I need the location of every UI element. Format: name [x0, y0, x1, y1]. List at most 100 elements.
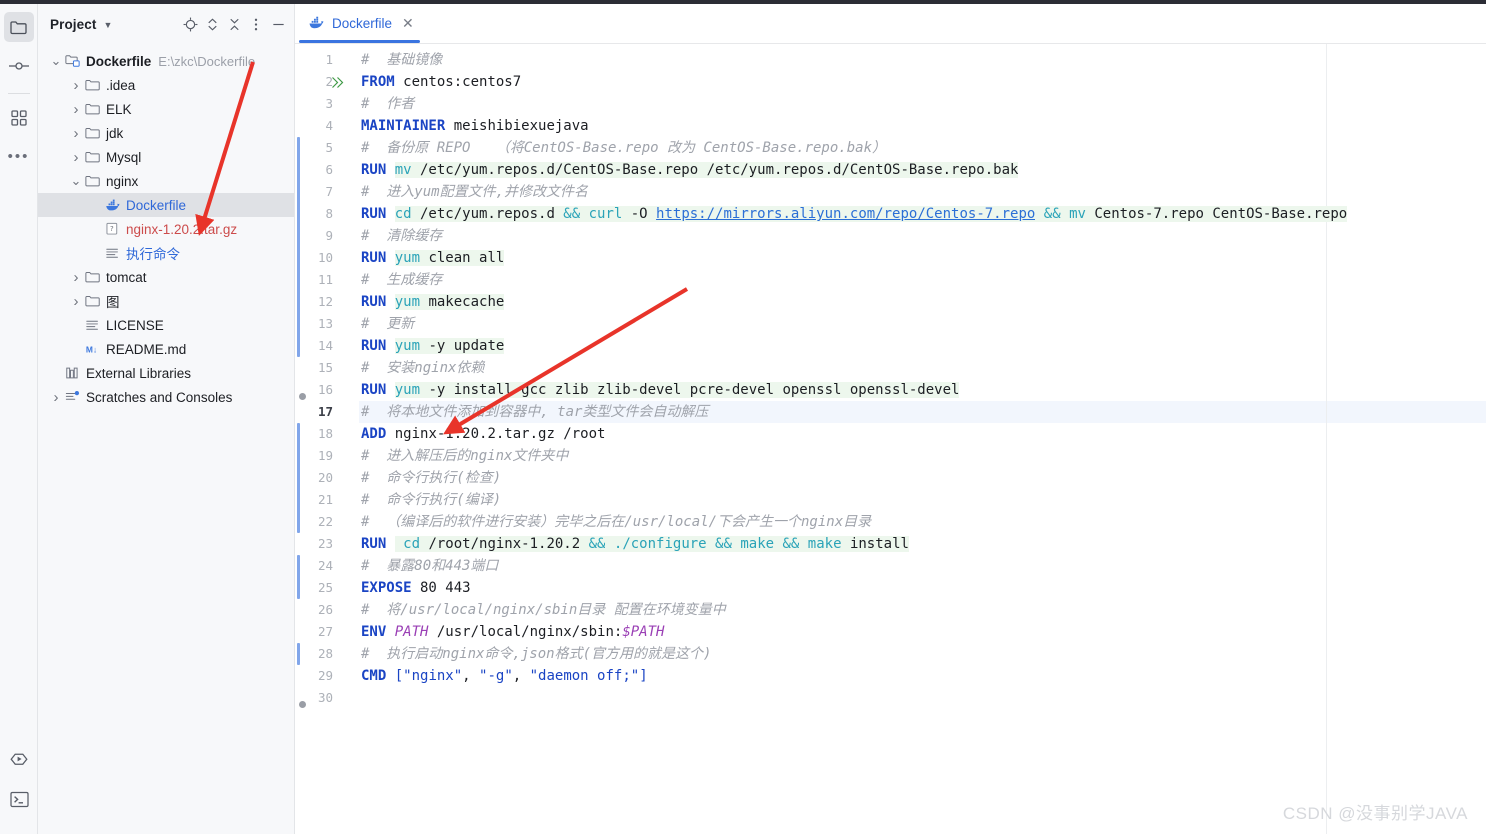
- chevron-right-icon[interactable]: ›: [68, 77, 84, 94]
- tab-dockerfile[interactable]: Dockerfile ✕: [295, 4, 424, 43]
- editor-gutter[interactable]: 1 2 3 4 5 6 7 8 9 10 11 12 13 14 15 16 17 18 19 20 21 22 23 24 2…: [295, 44, 359, 834]
- code-token: "-g": [479, 668, 513, 684]
- code-token: MAINTAINER: [361, 118, 446, 134]
- code-line[interactable]: # 进入解压后的nginx文件夹中: [361, 445, 568, 467]
- code-token: -y install gcc zlib zlib-devel pcre-deve…: [420, 382, 960, 398]
- tree-item-external-libraries[interactable]: External Libraries: [38, 361, 294, 385]
- code-line[interactable]: CMD ["nginx", "-g", "daemon off;"]: [361, 665, 648, 687]
- structure-tool-icon[interactable]: [4, 103, 34, 133]
- code-token: centos:centos7: [394, 74, 522, 90]
- gutter-change-marker[interactable]: [297, 643, 300, 665]
- gutter-change-marker[interactable]: [297, 137, 300, 357]
- tree-item-license[interactable]: LICENSE: [38, 313, 294, 337]
- code-pane[interactable]: # 基础镜像 FROM centos:centos7 # 作者 MAINTAINER …: [359, 44, 1486, 834]
- hide-panel-icon[interactable]: [268, 14, 288, 34]
- code-line[interactable]: # 生成缓存: [361, 269, 442, 291]
- tree-item-nginx-targz[interactable]: ? nginx-1.20.2.tar.gz: [38, 217, 294, 241]
- tree-item-elk[interactable]: › ELK: [38, 97, 294, 121]
- chevron-right-icon[interactable]: ›: [68, 293, 84, 310]
- code-line[interactable]: # 命令行执行(编译): [361, 489, 501, 511]
- code-token: [774, 536, 783, 552]
- code-line[interactable]: # 基础镜像: [361, 49, 442, 71]
- code-token: # 安装nginx依赖: [361, 360, 485, 376]
- code-line[interactable]: RUN cd /root/nginx-1.20.2 && ./configure…: [361, 533, 909, 555]
- code-line[interactable]: # 备份原 REPO （将CentOS-Base.repo 改为 CentOS-…: [361, 137, 886, 159]
- code-line[interactable]: RUN yum clean all: [361, 247, 505, 269]
- expand-collapse-icon[interactable]: [202, 14, 222, 34]
- code-line[interactable]: # （编译后的软件进行安装）完毕之后在/usr/local/下会产生一个ngin…: [361, 511, 871, 533]
- line-number: 26: [317, 602, 333, 617]
- tree-item-dockerfile-root[interactable]: ⌄ Dockerfile E:\zkc\Dockerfile: [38, 49, 294, 73]
- code-token: "daemon off;": [529, 668, 640, 684]
- chevron-right-icon[interactable]: ›: [68, 149, 84, 166]
- code-token: clean all: [420, 250, 505, 266]
- code-line[interactable]: # 将/usr/local/nginx/sbin目录 配置在环境变量中: [361, 599, 726, 621]
- code-line[interactable]: # 进入yum配置文件,并修改文件名: [361, 181, 588, 203]
- code-line[interactable]: FROM centos:centos7: [361, 71, 521, 93]
- code-token: RUN: [361, 382, 395, 398]
- run-gutter-icon[interactable]: [331, 71, 345, 93]
- gutter-change-marker[interactable]: [297, 555, 300, 599]
- svg-text:?: ?: [110, 224, 114, 233]
- chevron-right-icon[interactable]: ›: [48, 389, 64, 406]
- code-line[interactable]: # 将本地文件添加到容器中, tar类型文件会自动解压: [361, 401, 708, 423]
- code-line[interactable]: RUN cd /etc/yum.repos.d && curl -O https…: [361, 203, 1348, 225]
- code-line[interactable]: EXPOSE 80 443: [361, 577, 471, 599]
- close-icon[interactable]: ✕: [402, 15, 414, 32]
- line-number: 21: [317, 492, 333, 507]
- chevron-down-icon[interactable]: ⌄: [68, 174, 84, 187]
- tree-item-idea[interactable]: › .idea: [38, 73, 294, 97]
- code-line[interactable]: ADD nginx-1.20.2.tar.gz /root: [361, 423, 605, 445]
- code-token: [706, 536, 716, 552]
- more-tool-icon[interactable]: •••: [4, 142, 34, 172]
- code-line[interactable]: # 命令行执行(检查): [361, 467, 501, 489]
- activity-bar-divider: [7, 93, 30, 94]
- chevron-right-icon[interactable]: ›: [68, 269, 84, 286]
- code-token: [: [394, 668, 404, 684]
- tree-item-label: .idea: [106, 77, 136, 93]
- svg-text:M↓: M↓: [86, 344, 97, 354]
- chevron-right-icon[interactable]: ›: [68, 125, 84, 142]
- tree-item-tu[interactable]: › 图: [38, 289, 294, 313]
- line-number: 9: [325, 228, 333, 243]
- code-line[interactable]: MAINTAINER meishibiexuejava: [361, 115, 589, 137]
- code-line[interactable]: RUN yum -y update: [361, 335, 505, 357]
- commit-tool-icon[interactable]: [4, 51, 34, 81]
- tree-item-jdk[interactable]: › jdk: [38, 121, 294, 145]
- project-tree[interactable]: ⌄ Dockerfile E:\zkc\Dockerfile › .idea › ELK › j…: [38, 44, 294, 834]
- options-menu-icon[interactable]: [246, 14, 266, 34]
- project-tool-icon[interactable]: [3, 12, 34, 42]
- folder-icon: [84, 294, 102, 308]
- tree-item-tomcat[interactable]: › tomcat: [38, 265, 294, 289]
- terminal-tool-icon[interactable]: [4, 784, 34, 814]
- line-number: 22: [317, 514, 333, 529]
- chevron-right-icon[interactable]: ›: [68, 101, 84, 118]
- chevron-down-icon[interactable]: ▼: [103, 20, 112, 30]
- editor-area: Dockerfile ✕ 1 2 3 4 5 6 7 8 9 10 11 12 13 14 15 16 17 18…: [295, 4, 1486, 834]
- collapse-all-icon[interactable]: [224, 14, 244, 34]
- run-tool-icon[interactable]: [4, 744, 34, 774]
- code-line[interactable]: # 安装nginx依赖: [361, 357, 484, 379]
- select-opened-file-icon[interactable]: [180, 14, 200, 34]
- watermark: CSDN @没事别学JAVA: [1282, 804, 1468, 823]
- gutter-change-marker[interactable]: [297, 423, 300, 533]
- tree-item-readme[interactable]: M↓ README.md: [38, 337, 294, 361]
- line-number: 28: [317, 646, 333, 661]
- code-line[interactable]: # 清除缓存: [361, 225, 442, 247]
- code-line[interactable]: # 执行启动nginx命令,json格式(官方用的就是这个): [361, 643, 711, 665]
- code-token: yum: [394, 250, 421, 266]
- tree-item-zhixingmingling[interactable]: 执行命令: [38, 241, 294, 265]
- tree-item-mysql[interactable]: › Mysql: [38, 145, 294, 169]
- code-line[interactable]: # 更新: [361, 313, 414, 335]
- chevron-down-icon[interactable]: ⌄: [48, 54, 64, 67]
- code-line[interactable]: ENV PATH /usr/local/nginx/sbin:$PATH: [361, 621, 664, 643]
- tree-item-nginx[interactable]: ⌄ nginx: [38, 169, 294, 193]
- tree-item-nginx-dockerfile[interactable]: Dockerfile: [38, 193, 294, 217]
- code-line[interactable]: RUN yum makecache: [361, 291, 505, 313]
- code-line[interactable]: RUN yum -y install gcc zlib zlib-devel p…: [361, 379, 960, 401]
- code-line[interactable]: # 暴露80和443端口: [361, 555, 498, 577]
- code-line[interactable]: # 作者: [361, 93, 414, 115]
- code-token: -y update: [420, 338, 505, 354]
- tree-item-scratches-and-consoles[interactable]: › Scratches and Consoles: [38, 385, 294, 409]
- code-line[interactable]: RUN mv /etc/yum.repos.d/CentOS-Base.repo…: [361, 159, 1019, 181]
